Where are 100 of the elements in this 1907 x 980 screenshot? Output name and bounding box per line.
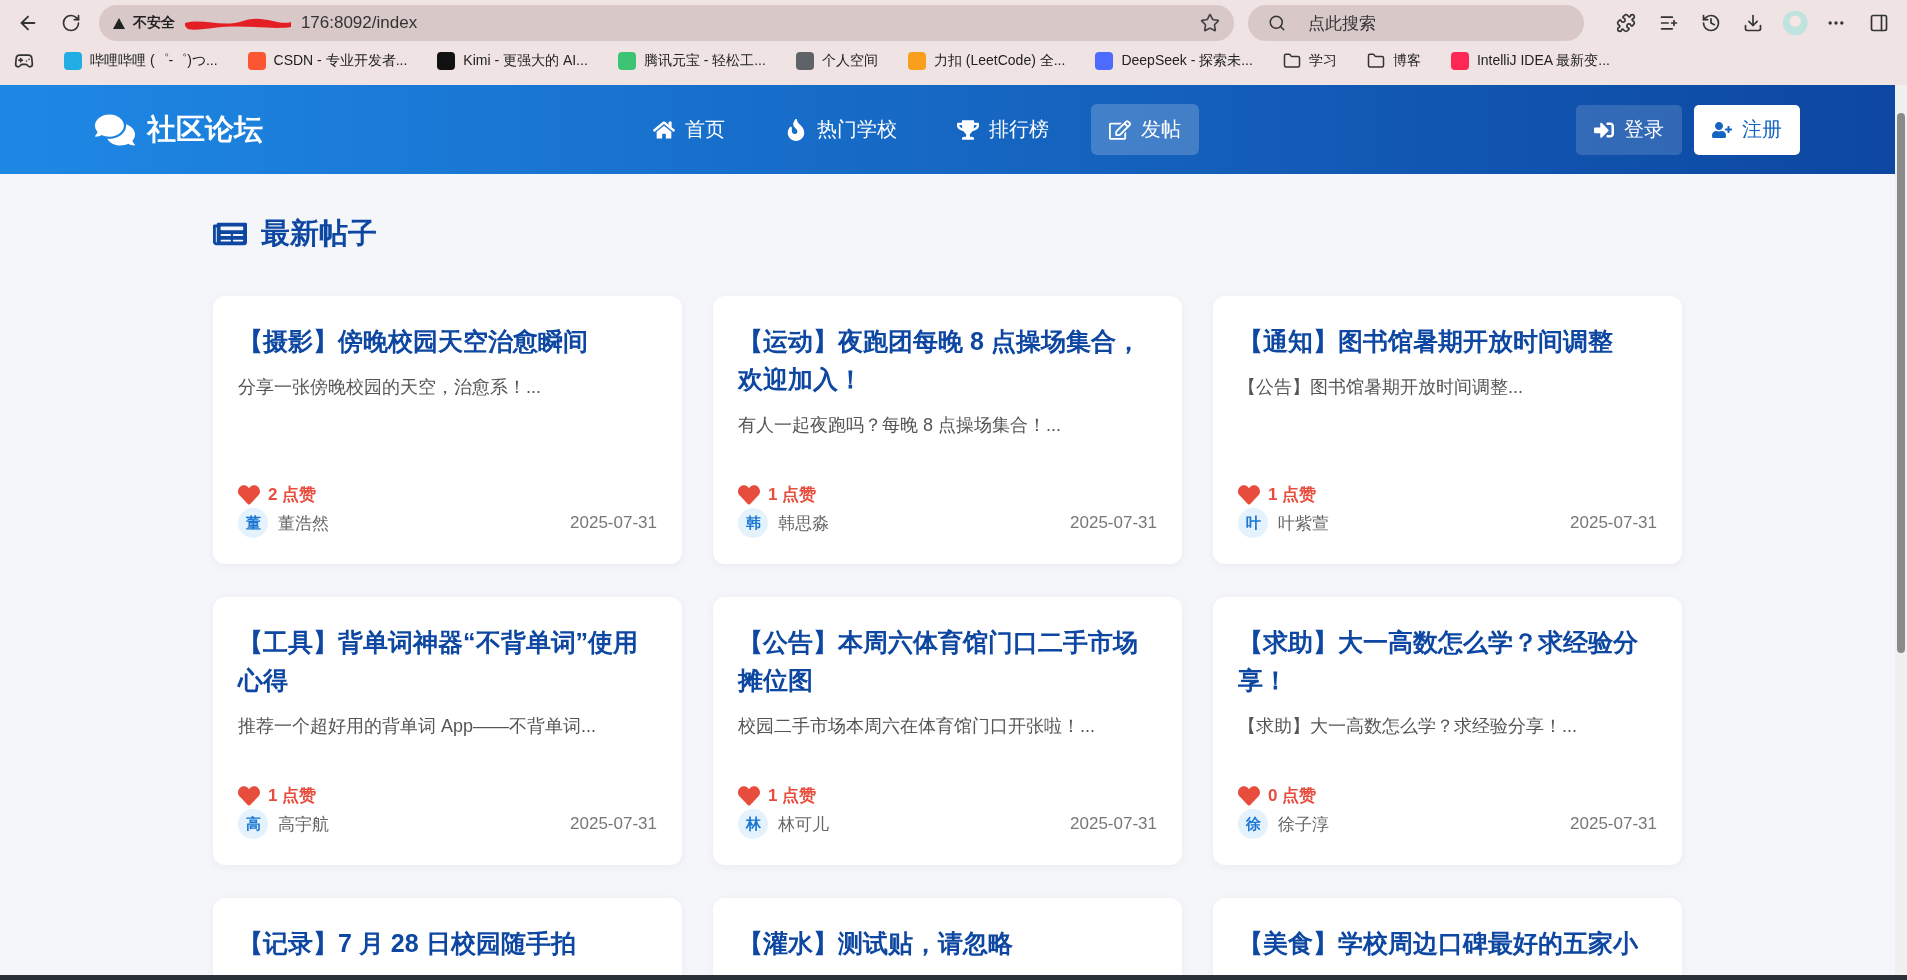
search-field[interactable]: 点此搜索 xyxy=(1247,5,1584,41)
bookmark-label: 学习 xyxy=(1308,51,1337,70)
post-excerpt: 【求助】大一高数怎么学？求经验分享！... xyxy=(1238,715,1578,738)
author-avatar: 徐 xyxy=(1238,809,1268,839)
bookmark-label: IntelliJ IDEA 最新变... xyxy=(1476,51,1610,70)
post-title[interactable]: 【通知】图书馆暑期开放时间调整 xyxy=(1238,322,1657,360)
author-name: 叶紫萱 xyxy=(1278,512,1330,535)
heart-icon xyxy=(1238,784,1260,807)
heart-icon xyxy=(1238,483,1260,506)
post-title[interactable]: 【公告】本周六体育馆门口二手市场摊位图 xyxy=(738,623,1157,699)
author-name: 林可儿 xyxy=(778,813,830,836)
bookmark-item[interactable]: IntelliJ IDEA 最新变... xyxy=(1450,51,1610,70)
favorites-icon[interactable] xyxy=(1658,13,1679,33)
home-icon xyxy=(653,118,675,141)
bookmark-item[interactable]: CSDN - 专业开发者... xyxy=(247,51,408,70)
heart-icon xyxy=(738,784,760,807)
author-name: 高宇航 xyxy=(278,813,330,836)
nav-link[interactable]: 发帖 xyxy=(1091,104,1199,155)
like-count: 1 点赞 xyxy=(268,785,317,807)
post-date: 2025-07-31 xyxy=(570,513,657,533)
bookmark-item[interactable]: Kimi - 更强大的 AI... xyxy=(437,51,588,70)
search-icon xyxy=(1267,14,1286,32)
author-avatar: 董 xyxy=(238,508,268,538)
register-button[interactable]: 注册 xyxy=(1694,104,1800,155)
security-label[interactable]: 不安全 xyxy=(132,14,175,32)
like-count: 1 点赞 xyxy=(1268,484,1317,506)
section-title: 最新帖子 xyxy=(261,216,377,251)
user-plus-icon xyxy=(1712,119,1732,140)
author-avatar: 高 xyxy=(238,809,268,839)
author-name: 董浩然 xyxy=(278,512,330,535)
bookmark-label: CSDN - 专业开发者... xyxy=(273,51,408,70)
bookmark-item[interactable]: 博客 xyxy=(1366,51,1421,70)
post-title[interactable]: 【美食】学校周边口碑最好的五家小 xyxy=(1238,924,1657,962)
bookmark-item[interactable]: 腾讯元宝 - 轻松工... xyxy=(617,51,766,70)
bookmark-item[interactable]: 力扣 (LeetCode) 全... xyxy=(907,51,1066,70)
nav-link[interactable]: 首页 xyxy=(635,104,743,155)
post-card[interactable]: 【通知】图书馆暑期开放时间调整 【公告】图书馆暑期开放时间调整... 1 点赞 叶 叶紫萱 2025-07-31 xyxy=(1213,296,1682,564)
like-count: 1 点赞 xyxy=(768,785,817,807)
author-avatar: 韩 xyxy=(738,508,768,538)
post-excerpt: 【公告】图书馆暑期开放时间调整... xyxy=(1238,376,1524,399)
warning-icon[interactable] xyxy=(112,17,125,29)
author-avatar: 林 xyxy=(738,809,768,839)
author-avatar: 叶 xyxy=(1238,508,1268,538)
puzzle-icon[interactable] xyxy=(1616,13,1637,33)
post-title[interactable]: 【摄影】傍晚校园天空治愈瞬间 xyxy=(238,322,657,360)
bookmark-label: Kimi - 更强大的 AI... xyxy=(463,51,588,70)
post-card[interactable]: 【摄影】傍晚校园天空治愈瞬间 分享一张傍晚校园的天空，治愈系！... 2 点赞 董 董浩然 2025-07-31 xyxy=(213,296,682,564)
post-date: 2025-07-31 xyxy=(570,814,657,834)
folder-icon xyxy=(1282,51,1301,70)
bookmark-label: 力扣 (LeetCode) 全... xyxy=(933,51,1066,70)
trophy-icon xyxy=(957,118,979,141)
post-excerpt: 分享一张傍晚校园的天空，治愈系！... xyxy=(238,376,542,399)
history-icon[interactable] xyxy=(1700,13,1721,33)
heart-icon xyxy=(238,784,260,807)
post-card[interactable]: 【求助】大一高数怎么学？求经验分享！ 【求助】大一高数怎么学？求经验分享！... 0 点赞 徐 徐子淳 2025-07-31 xyxy=(1213,597,1682,865)
sidebar-icon[interactable] xyxy=(1868,13,1889,33)
like-count: 0 点赞 xyxy=(1268,785,1317,807)
scrollbar[interactable] xyxy=(1895,85,1907,975)
post-date: 2025-07-31 xyxy=(1070,814,1157,834)
bookmark-item[interactable]: 哔哩哔哩 (゜-゜)つ... xyxy=(64,51,218,70)
flame-icon xyxy=(785,118,807,141)
edit-icon xyxy=(1109,118,1131,141)
post-title[interactable]: 【灌水】测试贴，请忽略 xyxy=(738,924,1157,962)
reload-icon[interactable] xyxy=(60,13,81,33)
post-card[interactable]: 【灌水】测试贴，请忽略 xyxy=(713,898,1182,975)
bookmark-label: 个人空间 xyxy=(821,51,878,70)
bookmark-item[interactable]: DeepSeek - 探索未... xyxy=(1095,51,1253,70)
like-count: 1 点赞 xyxy=(768,484,817,506)
post-excerpt: 有人一起夜跑吗？每晚 8 点操场集合！... xyxy=(738,414,1062,437)
author-name: 韩思淼 xyxy=(778,512,830,535)
nav-link[interactable]: 排行榜 xyxy=(939,104,1067,155)
like-count: 2 点赞 xyxy=(268,484,317,506)
scrollbar-thumb[interactable] xyxy=(1897,113,1905,653)
post-card[interactable]: 【公告】本周六体育馆门口二手市场摊位图 校园二手市场本周六在体育馆门口开张啦！... 1 点赞 林 林可儿 2025-07-31 xyxy=(713,597,1182,865)
post-excerpt: 推荐一个超好用的背单词 App——不背单词... xyxy=(238,715,598,738)
post-title[interactable]: 【求助】大一高数怎么学？求经验分享！ xyxy=(1238,623,1657,699)
address-bar[interactable]: 不安全 176:8092/index xyxy=(98,5,1234,41)
post-card[interactable]: 【记录】7 月 28 日校园随手拍 xyxy=(213,898,682,975)
favorite-icon[interactable] xyxy=(1199,13,1220,33)
post-card[interactable]: 【美食】学校周边口碑最好的五家小 xyxy=(1213,898,1682,975)
bookmark-label: 博客 xyxy=(1392,51,1421,70)
post-date: 2025-07-31 xyxy=(1070,513,1157,533)
post-card[interactable]: 【工具】背单词神器“不背单词”使用心得 推荐一个超好用的背单词 App——不背单词... 1 点赞 高 高宇航 2025-07-31 xyxy=(213,597,682,865)
bookmark-item[interactable]: 个人空间 xyxy=(795,51,878,70)
post-excerpt: 校园二手市场本周六在体育馆门口开张啦！... xyxy=(738,715,1096,738)
bookmark-label: 哔哩哔哩 (゜-゜)つ... xyxy=(90,51,218,70)
site-logo[interactable]: 社区论坛 xyxy=(147,109,263,150)
bookmark-item[interactable]: 学习 xyxy=(1282,51,1337,70)
post-date: 2025-07-31 xyxy=(1570,513,1657,533)
login-button[interactable]: 登录 xyxy=(1576,104,1682,155)
download-icon[interactable] xyxy=(1743,13,1764,33)
post-title[interactable]: 【记录】7 月 28 日校园随手拍 xyxy=(238,924,657,962)
nav-link[interactable]: 热门学校 xyxy=(767,104,915,155)
post-card[interactable]: 【运动】夜跑团每晚 8 点操场集合，欢迎加入！ 有人一起夜跑吗？每晚 8 点操场集合！... 1 点赞 韩 韩思淼 2025-07-31 xyxy=(713,296,1182,564)
heart-icon xyxy=(238,483,260,506)
bookmark-label: DeepSeek - 探索未... xyxy=(1121,51,1253,70)
post-title[interactable]: 【运动】夜跑团每晚 8 点操场集合，欢迎加入！ xyxy=(738,322,1157,398)
bookmark-label: 腾讯元宝 - 轻松工... xyxy=(643,51,766,70)
post-title[interactable]: 【工具】背单词神器“不背单词”使用心得 xyxy=(238,623,657,699)
heart-icon xyxy=(738,483,760,506)
